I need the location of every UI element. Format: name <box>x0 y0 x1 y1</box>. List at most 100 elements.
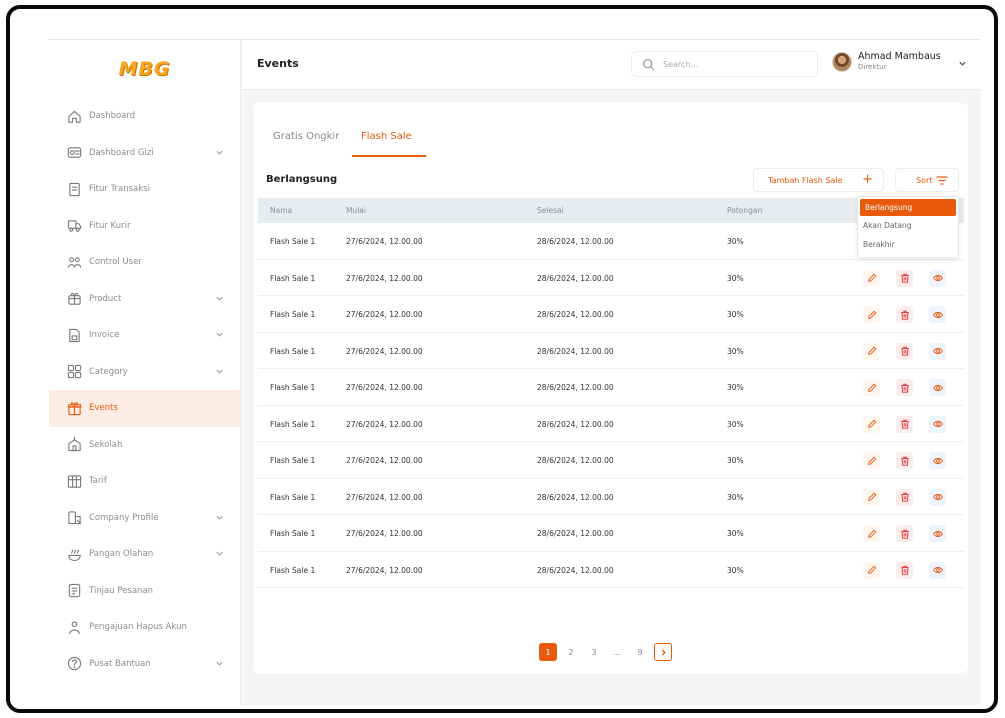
view-button[interactable] <box>929 488 946 506</box>
page-button-3[interactable]: 3 <box>585 643 603 661</box>
view-button[interactable] <box>929 379 946 396</box>
chevron-down-icon[interactable] <box>215 549 224 558</box>
delete-button[interactable] <box>896 379 913 396</box>
view-button[interactable] <box>929 306 946 323</box>
sidebar-item-label: Tarif <box>89 476 107 487</box>
page-button-9[interactable]: 9 <box>631 643 649 661</box>
sort-option-akan-datang[interactable]: Akan Datang <box>858 216 958 235</box>
sidebar-item-company-profile[interactable]: Company Profile <box>49 500 240 537</box>
invoice-icon <box>68 328 80 342</box>
sort-button[interactable]: Sort <box>895 168 959 192</box>
cell-selesai: 28/6/2024, 12.00.00 <box>537 383 614 392</box>
delete-button[interactable] <box>896 306 913 323</box>
sidebar-item-fitur-transaksi[interactable]: Fitur Transaksi <box>49 171 240 208</box>
sidebar-item-sekolah[interactable]: Sekolah <box>49 427 240 464</box>
sidebar-item-fitur-kurir[interactable]: Fitur Kurir <box>49 208 240 245</box>
sidebar-item-label: Fitur Kurir <box>89 220 131 231</box>
chevron-down-icon[interactable] <box>215 367 224 376</box>
delete-button[interactable] <box>896 488 913 506</box>
cell-nama: Flash Sale 1 <box>270 529 316 538</box>
box-icon <box>67 293 81 305</box>
edit-button[interactable] <box>863 452 880 469</box>
next-page-button[interactable] <box>654 643 672 661</box>
sidebar-item-tarif[interactable]: Tarif <box>49 463 240 500</box>
table-row: Flash Sale 1 27/6/2024, 12.00.00 28/6/2024… <box>258 479 964 515</box>
sidebar-item-pusat-bantuan[interactable]: Pusat Bantuan <box>49 646 240 683</box>
sort-option-berakhir[interactable]: Berakhir <box>858 235 958 254</box>
delete-button[interactable] <box>896 452 913 469</box>
delete-button[interactable] <box>896 561 913 579</box>
category-icon <box>67 365 81 379</box>
sidebar-item-pengajuan-hapus-akun[interactable]: Pengajuan Hapus Akun <box>49 609 240 646</box>
edit-button[interactable] <box>863 488 880 506</box>
sort-option-berlangsung[interactable]: Berlangsung <box>860 199 956 216</box>
cell-selesai: 28/6/2024, 12.00.00 <box>537 492 614 502</box>
home-icon-wrap <box>66 108 82 124</box>
view-button[interactable] <box>929 269 946 287</box>
edit-button[interactable] <box>863 306 880 323</box>
gift-icon-wrap <box>66 400 82 416</box>
column-header-potongan: Potongan <box>727 206 763 215</box>
user-menu[interactable]: Ahmad Mambaus Direktur <box>832 49 972 79</box>
edit-button[interactable] <box>863 561 880 579</box>
delete-button[interactable] <box>896 525 913 542</box>
cell-nama: Flash Sale 1 <box>270 273 316 283</box>
trash-icon <box>900 492 909 502</box>
chevron-down-icon[interactable] <box>215 659 224 668</box>
chevron-down-icon[interactable] <box>958 59 967 68</box>
table-row: Flash Sale 1 27/6/2024, 12.00.00 28/6/2024… <box>258 515 964 552</box>
sidebar-item-pangan-olahan[interactable]: Pangan Olahan <box>49 536 240 573</box>
edit-button[interactable] <box>863 525 880 542</box>
table-row: Flash Sale 1 27/6/2024, 12.00.00 28/6/2024… <box>258 296 964 333</box>
pencil-icon <box>867 529 876 538</box>
sidebar-item-events[interactable]: Events <box>49 390 240 427</box>
delete-button[interactable] <box>896 342 913 360</box>
sidebar-item-label: Pangan Olahan <box>89 549 154 560</box>
tab-flash-sale[interactable]: Flash Sale <box>361 131 412 142</box>
chevron-down-icon[interactable] <box>215 330 224 339</box>
sidebar-item-dashboard-gizi[interactable]: Dashboard Gizi <box>49 135 240 172</box>
edit-button[interactable] <box>863 269 880 287</box>
sidebar-item-invoice[interactable]: Invoice <box>49 317 240 354</box>
edit-button[interactable] <box>863 415 880 433</box>
cell-potongan: 30% <box>727 492 744 502</box>
view-button[interactable] <box>929 452 946 469</box>
view-button[interactable] <box>929 525 946 542</box>
sidebar-item-product[interactable]: Product <box>49 281 240 318</box>
edit-button[interactable] <box>863 379 880 396</box>
chevron-down-icon[interactable] <box>215 513 224 522</box>
sidebar-nav: Dashboard Dashboard Gizi Fitur Transaksi Fi… <box>49 98 240 682</box>
delete-button[interactable] <box>896 269 913 287</box>
search-input[interactable]: Search... <box>663 60 698 69</box>
view-button[interactable] <box>929 561 946 579</box>
chevron-down-icon[interactable] <box>215 148 224 157</box>
food-icon <box>67 549 81 561</box>
cell-selesai: 28/6/2024, 12.00.00 <box>537 273 614 283</box>
eye-icon <box>932 567 943 573</box>
delete-button[interactable] <box>896 415 913 433</box>
cell-potongan: 30% <box>727 565 744 575</box>
avatar[interactable] <box>832 52 852 72</box>
tariff-icon <box>67 475 81 488</box>
brand-logo[interactable]: MBG <box>49 40 240 98</box>
pencil-icon <box>867 565 876 574</box>
edit-button[interactable] <box>863 342 880 360</box>
cell-mulai: 27/6/2024, 12.00.00 <box>346 529 423 538</box>
cell-selesai: 28/6/2024, 12.00.00 <box>537 310 614 319</box>
plus-icon: + <box>862 172 873 187</box>
receipt-icon-wrap <box>66 181 82 197</box>
chevron-down-icon[interactable] <box>215 294 224 303</box>
sidebar-item-tinjau-pesanan[interactable]: Tinjau Pesanan <box>49 573 240 610</box>
page-button-2[interactable]: 2 <box>562 643 580 661</box>
sidebar-item-dashboard[interactable]: Dashboard <box>49 98 240 135</box>
sort-dropdown: Berlangsung Akan Datang Berakhir <box>857 196 959 258</box>
view-button[interactable] <box>929 342 946 360</box>
tab-gratis-ongkir[interactable]: Gratis Ongkir <box>273 131 339 142</box>
cell-nama: Flash Sale 1 <box>270 456 316 465</box>
page-button-1[interactable]: 1 <box>539 643 557 661</box>
search-box[interactable]: Search... <box>631 51 818 77</box>
add-flash-sale-button[interactable]: Tambah Flash Sale + <box>753 168 884 192</box>
view-button[interactable] <box>929 415 946 433</box>
sidebar-item-category[interactable]: Category <box>49 354 240 391</box>
sidebar-item-control-user[interactable]: Control User <box>49 244 240 281</box>
